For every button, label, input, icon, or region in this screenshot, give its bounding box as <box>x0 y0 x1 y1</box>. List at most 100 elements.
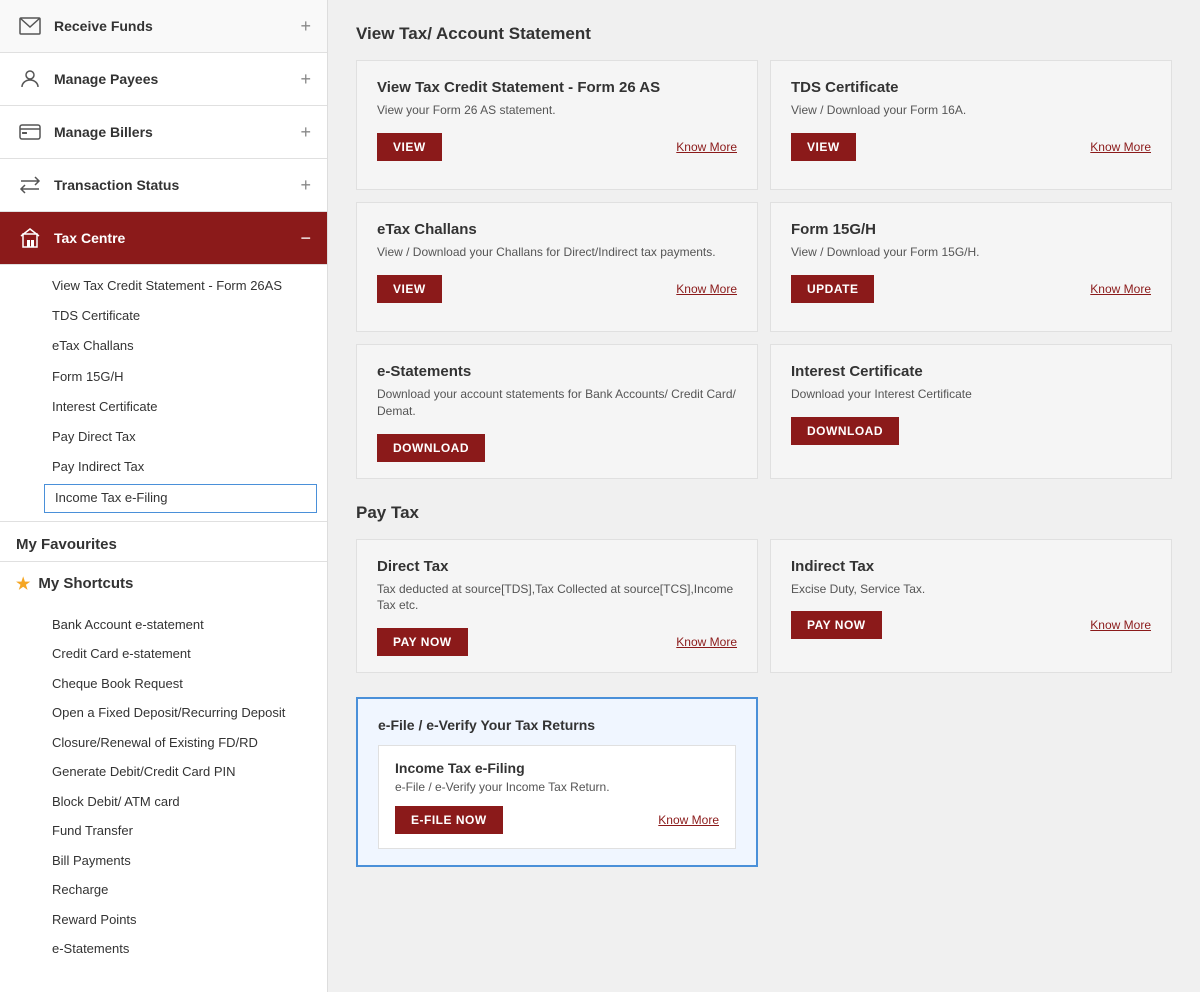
shortcut-open-fixed-deposit[interactable]: Open a Fixed Deposit/Recurring Deposit <box>0 698 327 728</box>
card-footer-etax-challans: VIEW Know More <box>377 275 737 303</box>
card-desc-direct-tax: Tax deducted at source[TDS],Tax Collecte… <box>377 581 737 615</box>
btn-efile-now[interactable]: E-FILE NOW <box>395 806 503 834</box>
nav-item-manage-billers[interactable]: Manage Billers + <box>0 106 327 159</box>
card-title-etax-challans: eTax Challans <box>377 221 737 238</box>
card-footer-e-statements: DOWNLOAD <box>377 434 737 462</box>
card-footer-indirect-tax: PAY NOW Know More <box>791 611 1151 639</box>
card-title-e-statements: e-Statements <box>377 363 737 380</box>
person-icon <box>16 65 44 93</box>
nav-item-tax-centre[interactable]: Tax Centre − <box>0 212 327 265</box>
building-icon <box>16 224 44 252</box>
card-desc-indirect-tax: Excise Duty, Service Tax. <box>791 581 1151 598</box>
know-more-view-tax-credit[interactable]: Know More <box>676 140 737 154</box>
shortcut-block-card[interactable]: Block Debit/ ATM card <box>0 787 327 817</box>
card-tds-certificate: TDS Certificate View / Download your For… <box>770 60 1172 190</box>
know-more-direct-tax[interactable]: Know More <box>676 635 737 649</box>
card-desc-tds-certificate: View / Download your Form 16A. <box>791 102 1151 119</box>
view-tax-section-title: View Tax/ Account Statement <box>356 24 1172 44</box>
card-e-statements: e-Statements Download your account state… <box>356 344 758 479</box>
submenu-pay-direct-tax[interactable]: Pay Direct Tax <box>0 422 327 452</box>
submenu-view-tax-credit[interactable]: View Tax Credit Statement - Form 26AS <box>0 271 327 301</box>
efile-section-title: e-File / e-Verify Your Tax Returns <box>378 717 736 733</box>
card-desc-form-15gh: View / Download your Form 15G/H. <box>791 244 1151 261</box>
card-etax-challans: eTax Challans View / Download your Chall… <box>356 202 758 332</box>
nav-item-transaction-status[interactable]: Transaction Status + <box>0 159 327 212</box>
shortcut-recharge[interactable]: Recharge <box>0 875 327 905</box>
card-footer-view-tax-credit: VIEW Know More <box>377 133 737 161</box>
shortcut-reward-points[interactable]: Reward Points <box>0 905 327 935</box>
shortcut-e-statements[interactable]: e-Statements <box>0 934 327 964</box>
btn-indirect-tax[interactable]: PAY NOW <box>791 611 882 639</box>
nav-item-receive-funds[interactable]: Receive Funds + <box>0 0 327 53</box>
star-icon: ★ <box>16 574 30 594</box>
efile-card-title: Income Tax e-Filing <box>395 760 719 776</box>
btn-form-15gh[interactable]: UPDATE <box>791 275 874 303</box>
submenu-form-15gh[interactable]: Form 15G/H <box>0 362 327 392</box>
card-footer-form-15gh: UPDATE Know More <box>791 275 1151 303</box>
btn-tds-certificate[interactable]: VIEW <box>791 133 856 161</box>
shortcut-bank-account-estatement[interactable]: Bank Account e-statement <box>0 610 327 640</box>
card-desc-interest-certificate: Download your Interest Certificate <box>791 386 1151 403</box>
efile-card-footer: E-FILE NOW Know More <box>395 806 719 834</box>
card-desc-e-statements: Download your account statements for Ban… <box>377 386 737 420</box>
know-more-indirect-tax[interactable]: Know More <box>1090 618 1151 632</box>
card-desc-view-tax-credit: View your Form 26 AS statement. <box>377 102 737 119</box>
btn-view-tax-credit[interactable]: VIEW <box>377 133 442 161</box>
shortcut-generate-pin[interactable]: Generate Debit/Credit Card PIN <box>0 757 327 787</box>
shortcut-closure-renewal[interactable]: Closure/Renewal of Existing FD/RD <box>0 728 327 758</box>
expand-icon: + <box>300 16 311 37</box>
card-interest-certificate: Interest Certificate Download your Inter… <box>770 344 1172 479</box>
expand-icon: + <box>300 69 311 90</box>
collapse-icon: − <box>300 228 311 249</box>
card-title-interest-certificate: Interest Certificate <box>791 363 1151 380</box>
efile-inner-card: Income Tax e-Filing e-File / e-Verify yo… <box>378 745 736 849</box>
shortcuts-list: Bank Account e-statement Credit Card e-s… <box>0 606 327 972</box>
card-title-view-tax-credit: View Tax Credit Statement - Form 26 AS <box>377 79 737 96</box>
pay-tax-cards-grid: Direct Tax Tax deducted at source[TDS],T… <box>356 539 1172 674</box>
know-more-form-15gh[interactable]: Know More <box>1090 282 1151 296</box>
card-title-direct-tax: Direct Tax <box>377 558 737 575</box>
submenu-income-tax-efiling[interactable]: Income Tax e-Filing <box>44 484 317 512</box>
my-shortcuts-header: ★ My Shortcuts <box>0 561 327 606</box>
submenu-pay-indirect-tax[interactable]: Pay Indirect Tax <box>0 452 327 482</box>
card-title-tds-certificate: TDS Certificate <box>791 79 1151 96</box>
card-form-15gh: Form 15G/H View / Download your Form 15G… <box>770 202 1172 332</box>
efile-card-desc: e-File / e-Verify your Income Tax Return… <box>395 780 719 794</box>
shortcut-bill-payments[interactable]: Bill Payments <box>0 846 327 876</box>
submenu-etax-challans[interactable]: eTax Challans <box>0 331 327 361</box>
btn-direct-tax[interactable]: PAY NOW <box>377 628 468 656</box>
btn-e-statements[interactable]: DOWNLOAD <box>377 434 485 462</box>
main-content: View Tax/ Account Statement View Tax Cre… <box>328 0 1200 992</box>
know-more-etax-challans[interactable]: Know More <box>676 282 737 296</box>
expand-icon: + <box>300 122 311 143</box>
submenu-interest-certificate[interactable]: Interest Certificate <box>0 392 327 422</box>
card-footer-direct-tax: PAY NOW Know More <box>377 628 737 656</box>
envelope-icon <box>16 12 44 40</box>
sidebar: Receive Funds + Manage Payees + <box>0 0 328 992</box>
card-footer-interest-certificate: DOWNLOAD <box>791 417 1151 445</box>
shortcut-cheque-book-request[interactable]: Cheque Book Request <box>0 669 327 699</box>
tax-centre-submenu: View Tax Credit Statement - Form 26AS TD… <box>0 265 327 522</box>
expand-icon: + <box>300 175 311 196</box>
card-desc-etax-challans: View / Download your Challans for Direct… <box>377 244 737 261</box>
card-indirect-tax: Indirect Tax Excise Duty, Service Tax. P… <box>770 539 1172 674</box>
btn-etax-challans[interactable]: VIEW <box>377 275 442 303</box>
nav-item-manage-payees[interactable]: Manage Payees + <box>0 53 327 106</box>
shortcut-credit-card-estatement[interactable]: Credit Card e-statement <box>0 639 327 669</box>
card-footer-tds-certificate: VIEW Know More <box>791 133 1151 161</box>
pay-tax-section-title: Pay Tax <box>356 503 1172 523</box>
credit-card-icon <box>16 118 44 146</box>
card-title-form-15gh: Form 15G/H <box>791 221 1151 238</box>
arrows-icon <box>16 171 44 199</box>
card-direct-tax: Direct Tax Tax deducted at source[TDS],T… <box>356 539 758 674</box>
shortcut-fund-transfer[interactable]: Fund Transfer <box>0 816 327 846</box>
btn-interest-certificate[interactable]: DOWNLOAD <box>791 417 899 445</box>
card-view-tax-credit: View Tax Credit Statement - Form 26 AS V… <box>356 60 758 190</box>
my-favourites-header: My Favourites <box>0 522 327 561</box>
card-efile-section: e-File / e-Verify Your Tax Returns Incom… <box>356 697 758 867</box>
card-title-indirect-tax: Indirect Tax <box>791 558 1151 575</box>
know-more-tds-certificate[interactable]: Know More <box>1090 140 1151 154</box>
submenu-tds-certificate[interactable]: TDS Certificate <box>0 301 327 331</box>
view-tax-cards-grid: View Tax Credit Statement - Form 26 AS V… <box>356 60 1172 479</box>
know-more-efile[interactable]: Know More <box>658 813 719 827</box>
